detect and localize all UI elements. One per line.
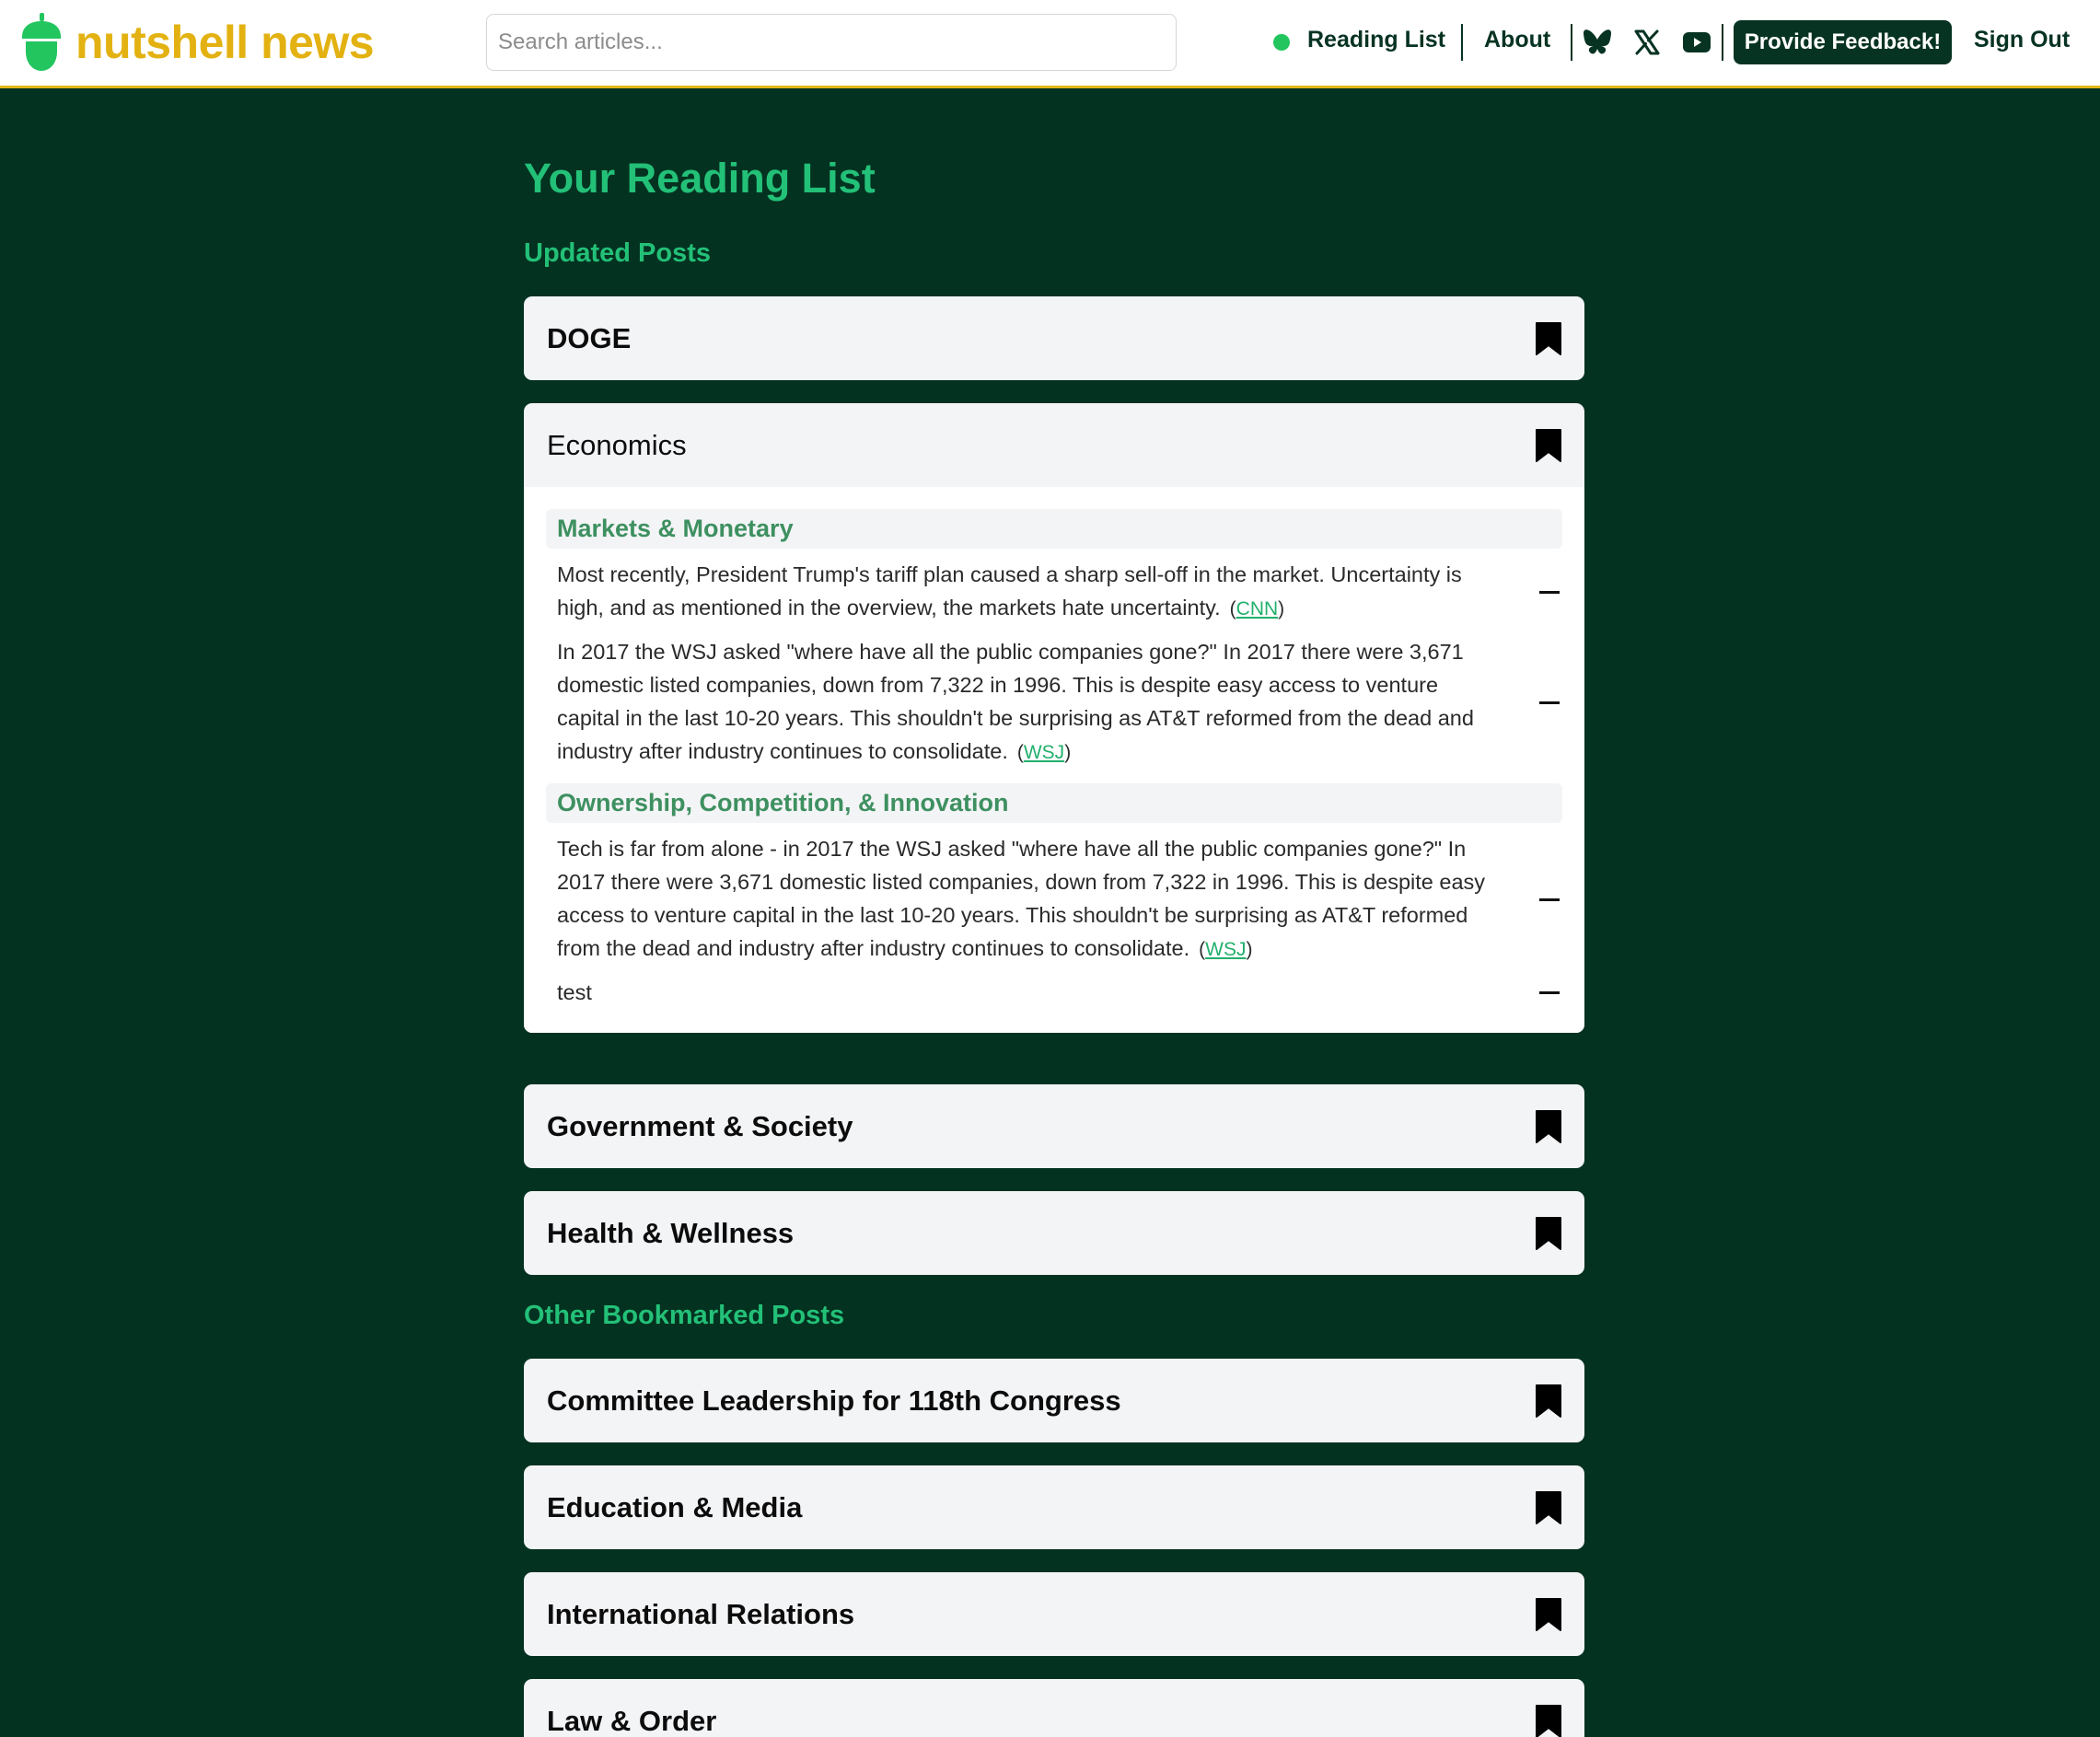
list-item: In 2017 the WSJ asked "where have all th…: [546, 626, 1562, 770]
minus-icon[interactable]: [1538, 981, 1560, 1003]
list-item: Tech is far from alone - in 2017 the WSJ…: [546, 823, 1562, 967]
bookmark-icon[interactable]: [1535, 1490, 1562, 1525]
search-input[interactable]: [486, 14, 1177, 71]
source-citation: (WSJ): [1016, 742, 1072, 763]
item-body: Most recently, President Trump's tariff …: [557, 562, 1462, 620]
item-text: test: [557, 976, 1505, 1009]
post-card-header[interactable]: International Relations: [524, 1572, 1584, 1656]
bookmark-icon[interactable]: [1535, 1704, 1562, 1737]
top-navbar: nutshell news Reading List About Provide…: [0, 0, 2100, 88]
updated-posts-heading: Updated Posts: [524, 238, 712, 268]
bookmark-icon[interactable]: [1535, 1109, 1562, 1144]
sign-out-link[interactable]: Sign Out: [1974, 27, 2070, 53]
acorn-icon: [22, 13, 61, 71]
item-body: test: [557, 980, 592, 1004]
minus-icon[interactable]: [1538, 581, 1560, 603]
section-heading: Markets & Monetary: [546, 509, 1562, 549]
item-body: Tech is far from alone - in 2017 the WSJ…: [557, 837, 1486, 960]
post-card-international-relations: International Relations: [524, 1572, 1584, 1656]
minus-icon[interactable]: [1538, 691, 1560, 713]
post-card-health-wellness: Health & Wellness: [524, 1191, 1584, 1275]
source-citation: (CNN): [1229, 598, 1285, 620]
post-card-government-society: Government & Society: [524, 1084, 1584, 1168]
page-title: Your Reading List: [524, 155, 876, 202]
post-card-body: Markets & Monetary Most recently, Presid…: [524, 487, 1584, 1033]
brand-logo[interactable]: nutshell news: [20, 13, 375, 72]
status-dot: [1273, 34, 1290, 51]
nav-divider: [1722, 24, 1723, 61]
bookmark-icon[interactable]: [1535, 1384, 1562, 1419]
other-posts-heading: Other Bookmarked Posts: [524, 1301, 845, 1330]
post-card-header[interactable]: Education & Media: [524, 1465, 1584, 1549]
post-title: Government & Society: [547, 1109, 853, 1142]
post-card-header[interactable]: Health & Wellness: [524, 1191, 1584, 1275]
post-title: Economics: [547, 428, 687, 461]
brand-name: nutshell news: [75, 17, 375, 68]
bookmark-icon[interactable]: [1535, 428, 1562, 463]
bluesky-icon[interactable]: [1581, 26, 1614, 59]
youtube-icon[interactable]: [1680, 26, 1713, 59]
bookmark-icon[interactable]: [1535, 1216, 1562, 1251]
list-item: test: [546, 967, 1562, 1009]
post-card-header[interactable]: Economics: [524, 403, 1584, 487]
source-citation: (WSJ): [1199, 939, 1253, 960]
source-link[interactable]: CNN: [1236, 598, 1279, 620]
post-card-education-media: Education & Media: [524, 1465, 1584, 1549]
post-title: Law & Order: [547, 1704, 717, 1737]
post-card-law-order: Law & Order: [524, 1679, 1584, 1737]
item-body: In 2017 the WSJ asked "where have all th…: [557, 640, 1474, 763]
bookmark-icon[interactable]: [1535, 321, 1562, 356]
x-icon[interactable]: [1630, 26, 1664, 59]
source-link[interactable]: WSJ: [1205, 939, 1246, 960]
nav-divider: [1461, 24, 1463, 61]
minus-icon[interactable]: [1538, 888, 1560, 910]
post-title: Education & Media: [547, 1490, 803, 1523]
post-title: International Relations: [547, 1597, 855, 1630]
list-item: Most recently, President Trump's tariff …: [546, 549, 1562, 626]
nav-reading-list[interactable]: Reading List: [1307, 27, 1445, 53]
bookmark-icon[interactable]: [1535, 1597, 1562, 1632]
post-card-header[interactable]: Government & Society: [524, 1084, 1584, 1168]
section-heading: Ownership, Competition, & Innovation: [546, 783, 1562, 823]
post-card-header[interactable]: Committee Leadership for 118th Congress: [524, 1359, 1584, 1442]
post-title: DOGE: [547, 321, 632, 354]
item-text: In 2017 the WSJ asked "where have all th…: [557, 635, 1505, 770]
item-text: Tech is far from alone - in 2017 the WSJ…: [557, 832, 1505, 967]
source-link[interactable]: WSJ: [1024, 742, 1064, 763]
post-card-header[interactable]: DOGE: [524, 296, 1584, 380]
post-card-doge: DOGE: [524, 296, 1584, 380]
provide-feedback-button[interactable]: Provide Feedback!: [1734, 20, 1952, 64]
post-title: Health & Wellness: [547, 1216, 795, 1249]
nav-divider: [1571, 24, 1572, 61]
post-card-committee-leadership: Committee Leadership for 118th Congress: [524, 1359, 1584, 1442]
nav-about[interactable]: About: [1484, 27, 1550, 53]
post-title: Committee Leadership for 118th Congress: [547, 1384, 1121, 1417]
post-card-economics: Economics Markets & Monetary Most recent…: [524, 403, 1584, 1033]
post-card-header[interactable]: Law & Order: [524, 1679, 1584, 1737]
item-text: Most recently, President Trump's tariff …: [557, 558, 1505, 626]
